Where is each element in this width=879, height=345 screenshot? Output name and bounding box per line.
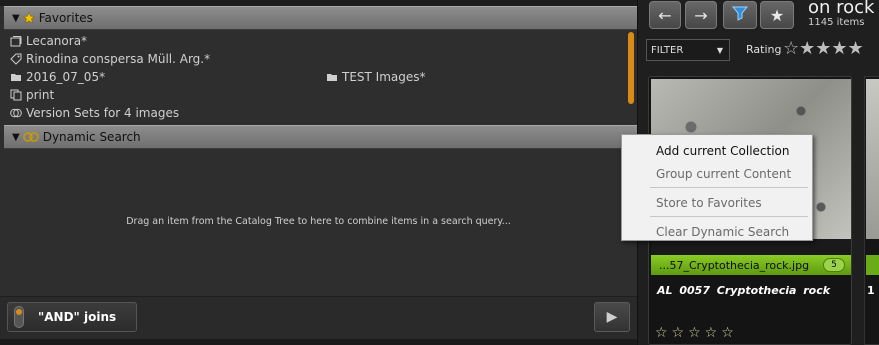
thumbnail-caption: AL 0057 Cryptothecia rock <box>657 284 831 297</box>
menu-item-add-current-collection[interactable]: Add current Collection <box>622 139 812 162</box>
filter-dropdown-value: FILTER <box>651 44 684 56</box>
context-menu: Add current Collection Group current Con… <box>621 134 813 241</box>
thumbnail-rating-stars[interactable]: ☆☆☆☆☆ <box>655 325 738 341</box>
favorite-item-label: Version Sets for 4 images <box>26 106 180 120</box>
funnel-icon <box>731 4 749 26</box>
menu-separator <box>650 216 808 217</box>
tag-icon <box>10 53 22 65</box>
favorites-title: Favorites <box>38 11 93 25</box>
menu-item-clear-dynamic-search[interactable]: Clear Dynamic Search <box>622 220 812 243</box>
favorite-item-label: Lecanora* <box>26 34 88 48</box>
collection-icon <box>10 35 22 47</box>
thumbnail-filename: ...57_Cryptothecia_rock.jpg <box>659 258 810 272</box>
favorite-item-lecanora[interactable]: Lecanora* <box>10 32 87 50</box>
favorite-item-version-sets[interactable]: Version Sets for 4 images <box>10 104 179 122</box>
favorite-item-label: TEST Images* <box>342 70 426 84</box>
favorites-scrollbar[interactable] <box>628 32 634 104</box>
collection-title: on rock <box>808 0 875 18</box>
favorite-item-label: Rinodina conspersa Müll. Arg.* <box>26 52 211 66</box>
collapse-triangle-icon[interactable]: ▼ <box>12 132 20 143</box>
menu-separator <box>650 187 808 188</box>
rating-label: Rating <box>746 43 782 56</box>
favorite-item-print[interactable]: print <box>10 86 54 104</box>
menu-item-group-current-content[interactable]: Group current Content <box>622 162 812 185</box>
arrow-left-icon: ← <box>658 5 672 25</box>
rating-filter-stars[interactable]: ☆★★★★ <box>783 38 864 59</box>
next-thumbnail-filename-bar <box>866 255 879 275</box>
favorite-item-rinodina[interactable]: Rinodina conspersa Müll. Arg.* <box>10 50 210 68</box>
collapse-triangle-icon[interactable]: ▼ <box>12 13 20 24</box>
catalog-panel: ▼ Favorites Lecanora* Rinodina conspersa… <box>0 0 637 345</box>
copy-icon <box>10 89 22 101</box>
favorite-item-test-images[interactable]: TEST Images* <box>326 68 426 86</box>
version-set-icon <box>10 107 22 119</box>
favorite-item-label: 2016_07_05* <box>26 70 106 84</box>
run-search-button[interactable]: ▶ <box>594 302 630 332</box>
dynamic-search-header[interactable]: ▼ Dynamic Search <box>4 125 637 149</box>
filter-dropdown[interactable]: FILTER ▼ <box>646 39 730 61</box>
menu-item-store-to-favorites[interactable]: Store to Favorites <box>622 191 812 214</box>
star-icon: ★ <box>769 5 785 25</box>
collection-item-count: 1145 items <box>808 17 865 28</box>
version-count-badge[interactable]: 5 <box>823 258 845 272</box>
star-icon <box>22 12 35 24</box>
next-thumbnail-image[interactable] <box>866 79 879 239</box>
forward-button[interactable]: → <box>685 1 717 29</box>
favorite-item-label: print <box>26 88 55 102</box>
panel-bottom-border <box>0 339 637 345</box>
back-button[interactable]: ← <box>649 1 681 29</box>
favorites-star-button[interactable]: ★ <box>760 1 794 29</box>
and-joins-button[interactable]: "AND" joins <box>7 302 137 332</box>
chevron-down-icon: ▼ <box>716 45 723 55</box>
folder-icon <box>326 71 338 83</box>
toggle-switch-icon[interactable] <box>14 306 24 328</box>
favorite-item-2016-07-05[interactable]: 2016_07_05* <box>10 68 105 86</box>
filter-button[interactable] <box>723 1 757 29</box>
and-joins-label: "AND" joins <box>38 310 117 324</box>
dynamic-search-drop-hint: Drag an item from the Catalog Tree to he… <box>126 216 511 227</box>
next-thumbnail-caption: 1 <box>867 284 875 297</box>
arrow-right-icon: → <box>694 5 708 25</box>
play-icon: ▶ <box>606 309 618 325</box>
favorites-header[interactable]: ▼ Favorites <box>4 6 637 30</box>
dynamic-search-title: Dynamic Search <box>42 130 141 144</box>
thumbnail-filename-bar: ...57_Cryptothecia_rock.jpg 5 <box>651 255 851 275</box>
folder-icon <box>10 71 22 83</box>
dynamic-search-icon <box>22 131 39 143</box>
next-thumbnail-card[interactable]: 1 <box>864 76 879 345</box>
